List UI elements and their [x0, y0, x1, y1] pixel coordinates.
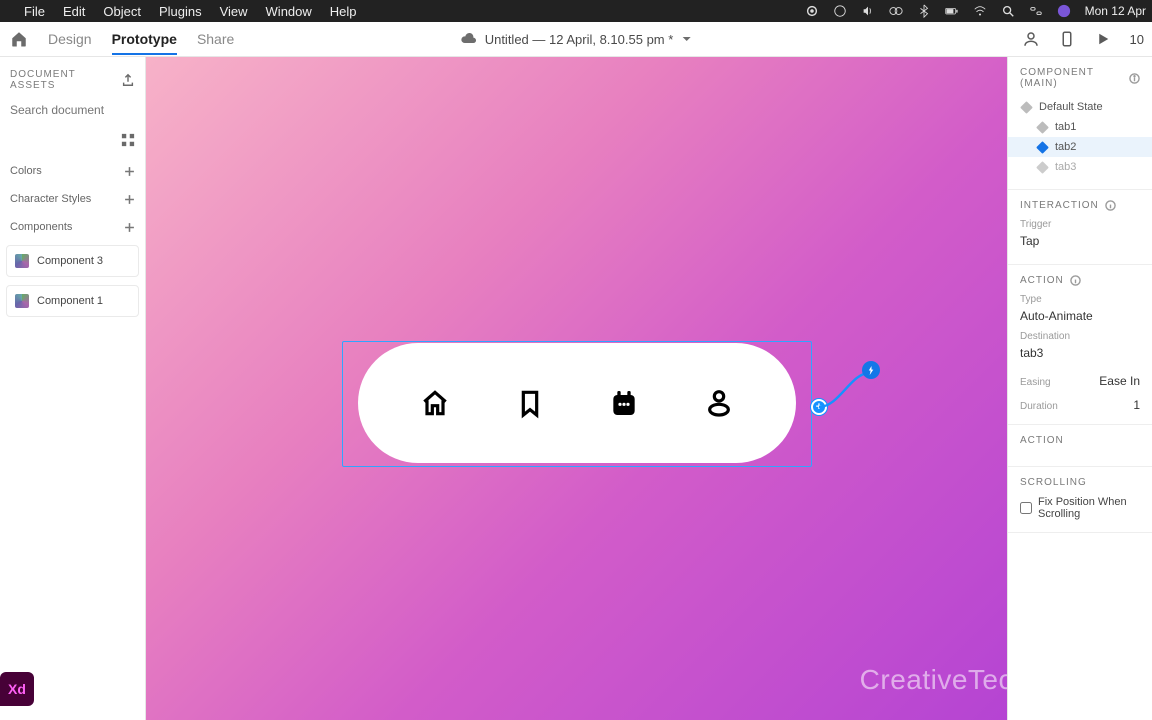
status-bluetooth-icon[interactable] [917, 4, 931, 18]
menu-file[interactable]: File [24, 4, 45, 19]
type-label: Type [1020, 294, 1140, 305]
calendar-icon [608, 387, 640, 419]
state-row-tab1[interactable]: tab1 [1020, 117, 1140, 137]
charstyles-group-label[interactable]: Character Styles [10, 193, 91, 205]
menu-clock[interactable]: Mon 12 Apr [1085, 4, 1146, 18]
menu-view[interactable]: View [220, 4, 248, 19]
grid-view-icon[interactable] [121, 133, 135, 147]
component-item[interactable]: Component 3 [6, 245, 139, 277]
status-search-icon[interactable] [1001, 4, 1015, 18]
app-toolbar: Design Prototype Share Untitled — 12 Apr… [0, 22, 1152, 57]
state-label: Default State [1039, 101, 1103, 113]
info-icon[interactable] [1129, 73, 1140, 84]
document-title[interactable]: Untitled — 12 April, 8.10.55 pm * [485, 32, 674, 47]
component-thumb-icon [15, 294, 29, 308]
status-wifi-icon[interactable] [973, 4, 987, 18]
status-record-icon[interactable] [805, 4, 819, 18]
prototype-wire-handle[interactable] [811, 399, 827, 415]
publish-icon[interactable] [121, 73, 135, 87]
invite-icon[interactable] [1022, 30, 1040, 48]
colors-group-label[interactable]: Colors [10, 165, 42, 177]
plus-icon[interactable] [124, 166, 135, 177]
easing-value[interactable]: Ease In [1099, 374, 1140, 388]
bookmark-icon [514, 387, 546, 419]
menu-edit[interactable]: Edit [63, 4, 85, 19]
component-item-label: Component 1 [37, 295, 103, 307]
duration-value[interactable]: 1 [1133, 398, 1140, 412]
chevron-down-icon[interactable] [681, 34, 691, 44]
status-volume-icon[interactable] [861, 4, 875, 18]
left-panel: DOCUMENT ASSETS Colors Character Styles … [0, 57, 146, 720]
search-input[interactable] [10, 103, 165, 117]
state-row-default[interactable]: Default State [1020, 97, 1140, 117]
duration-label: Duration [1020, 401, 1058, 412]
scrolling-section-title: SCROLLING [1020, 477, 1087, 488]
status-battery-icon[interactable] [945, 4, 959, 18]
zoom-level[interactable]: 10 [1130, 32, 1144, 47]
fix-position-input[interactable] [1020, 502, 1032, 514]
action2-section-title: ACTION [1020, 435, 1064, 446]
type-value[interactable]: Auto-Animate [1020, 305, 1140, 327]
watermark: CreativeTec [860, 664, 1007, 696]
destination-label: Destination [1020, 331, 1140, 342]
menu-plugins[interactable]: Plugins [159, 4, 202, 19]
tab-prototype[interactable]: Prototype [112, 31, 177, 55]
easing-label: Easing [1020, 377, 1051, 388]
destination-value[interactable]: tab3 [1020, 342, 1140, 364]
status-user-icon[interactable] [1057, 4, 1071, 18]
interaction-section-title: INTERACTION [1020, 200, 1099, 211]
state-label: tab2 [1055, 141, 1076, 153]
action-section-title: ACTION [1020, 275, 1064, 286]
status-siri-icon[interactable] [833, 4, 847, 18]
state-label: tab1 [1055, 121, 1076, 133]
info-icon[interactable] [1105, 200, 1116, 211]
menu-help[interactable]: Help [330, 4, 357, 19]
state-label: tab3 [1055, 161, 1076, 173]
cloud-icon [461, 31, 477, 47]
xd-logo: Xd [0, 672, 34, 706]
component-item[interactable]: Component 1 [6, 285, 139, 317]
diamond-icon [1036, 141, 1049, 154]
tab-design[interactable]: Design [48, 31, 92, 47]
fix-position-label: Fix Position When Scrolling [1038, 496, 1140, 520]
fix-position-checkbox[interactable]: Fix Position When Scrolling [1020, 496, 1140, 520]
mac-menu-bar: File Edit Object Plugins View Window Hel… [0, 0, 1152, 22]
components-group-label[interactable]: Components [10, 221, 72, 233]
menu-window[interactable]: Window [266, 4, 312, 19]
tab-share[interactable]: Share [197, 31, 234, 47]
play-icon[interactable] [1094, 30, 1112, 48]
plus-icon[interactable] [124, 194, 135, 205]
state-row-tab3[interactable]: tab3 [1020, 157, 1140, 177]
assets-title: DOCUMENT ASSETS [10, 69, 121, 91]
diamond-icon [1036, 121, 1049, 134]
state-row-tab2[interactable]: tab2 [1008, 137, 1152, 157]
right-panel: COMPONENT (MAIN) Default State tab1 tab2… [1007, 57, 1152, 720]
trigger-label: Trigger [1020, 219, 1140, 230]
component-item-label: Component 3 [37, 255, 103, 267]
trigger-value[interactable]: Tap [1020, 230, 1140, 252]
canvas[interactable]: CreativeTec [146, 57, 1007, 720]
diamond-icon [1020, 101, 1033, 114]
home-button[interactable] [10, 30, 28, 48]
mobile-preview-icon[interactable] [1058, 30, 1076, 48]
component-section-title: COMPONENT (MAIN) [1020, 67, 1123, 89]
profile-icon [703, 387, 735, 419]
menu-object[interactable]: Object [103, 4, 141, 19]
component-thumb-icon [15, 254, 29, 268]
home-icon [419, 387, 451, 419]
status-control-center-icon[interactable] [1029, 4, 1043, 18]
plus-icon[interactable] [124, 222, 135, 233]
nav-bar-component[interactable] [358, 343, 796, 463]
lightning-icon[interactable] [862, 361, 880, 379]
status-cc-icon[interactable] [889, 4, 903, 18]
diamond-icon [1036, 161, 1049, 174]
info-icon[interactable] [1070, 275, 1081, 286]
